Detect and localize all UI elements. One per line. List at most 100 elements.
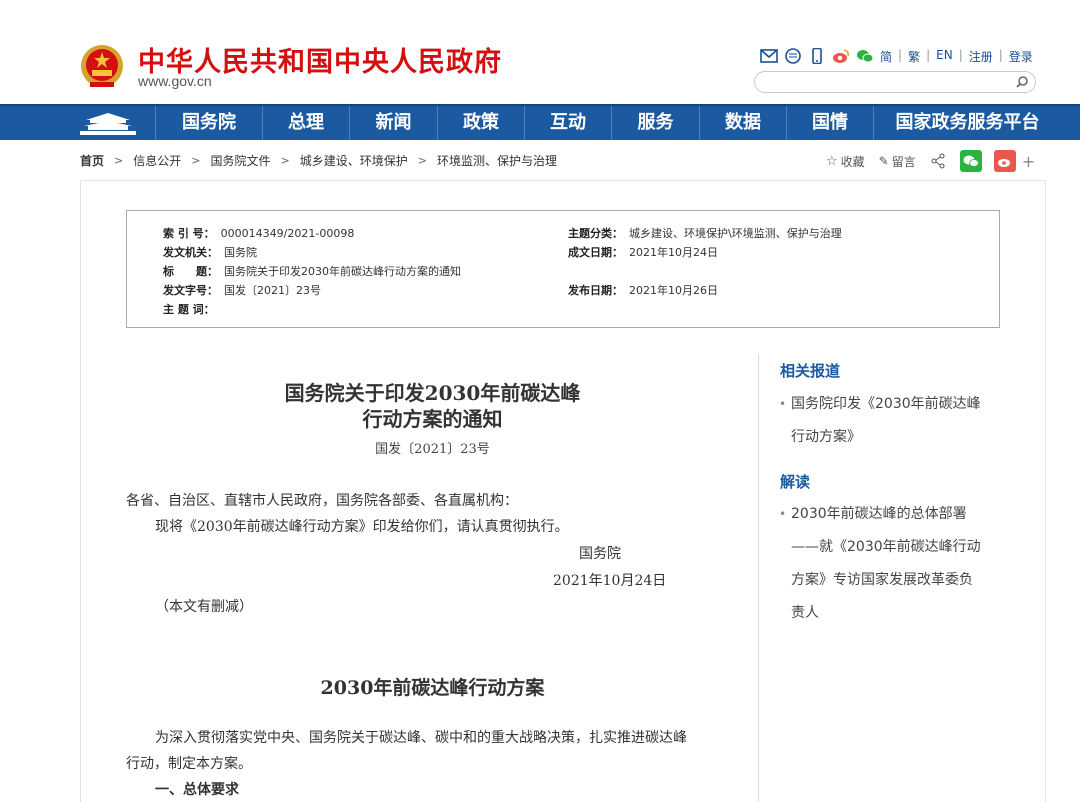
meta-label: 成文日期： xyxy=(568,246,623,259)
comment-button[interactable]: ✎ 留言 xyxy=(879,153,916,170)
nav-item-data[interactable]: 数据 xyxy=(699,106,786,140)
pencil-icon: ✎ xyxy=(878,154,889,168)
nav-item-premier[interactable]: 总理 xyxy=(262,106,349,140)
article-title-line: 国务院关于印发2030年前碳达峰 xyxy=(284,381,581,405)
nav-item-services[interactable]: 服务 xyxy=(611,106,699,140)
login-link[interactable]: 登录 xyxy=(1009,48,1033,65)
nav-item-state-council[interactable]: 国务院 xyxy=(155,106,262,140)
mobile-icon[interactable] xyxy=(808,48,826,64)
document-meta-table: 索 引 号： 000014349/2021-00098 发文机关： 国务院 标 题：… xyxy=(126,210,1000,328)
interpretation-heading: 解读 xyxy=(780,473,811,491)
tiananmen-logo-icon[interactable] xyxy=(78,111,138,137)
meta-category: 主题分类： 城乡建设、环境保护\环境监测、保护与治理 xyxy=(568,225,842,241)
separator: | xyxy=(926,48,931,62)
meta-value: 000014349/2021-00098 xyxy=(220,227,355,240)
share-bar: ☆ 收藏 ✎ 留言 + xyxy=(826,150,1035,172)
chevron-right-icon: > xyxy=(280,154,290,167)
meta-label: 发文字号： xyxy=(163,284,218,297)
search-icon[interactable] xyxy=(1015,75,1029,89)
plan-paragraph: 为深入贯彻落实党中央、国务院关于碳达峰、碳中和的重大战略决策，扎实推进碳达峰 xyxy=(155,730,687,746)
register-link[interactable]: 注册 xyxy=(969,48,993,65)
language-links: 简 | 繁 | EN | 注册 | 登录 xyxy=(880,48,1033,65)
separator: | xyxy=(958,48,963,62)
wechat-icon[interactable] xyxy=(856,48,874,64)
meta-value: 2021年10月26日 xyxy=(629,284,718,297)
abridged-note: （本文有删减） xyxy=(155,599,253,615)
meta-written-date: 成文日期： 2021年10月24日 xyxy=(568,244,718,260)
breadcrumb: 首页 > 信息公开 > 国务院文件 > 城乡建设、环境保护 > 环境监测、保护与… xyxy=(80,152,557,169)
meta-index: 索 引 号： 000014349/2021-00098 xyxy=(163,225,354,241)
tool-icons xyxy=(760,47,874,65)
body-paragraph: 现将《2030年前碳达峰行动方案》印发给你们，请认真贯彻执行。 xyxy=(155,519,569,535)
message-icon[interactable] xyxy=(784,48,802,64)
breadcrumb-item[interactable]: 国务院文件 xyxy=(210,152,270,169)
related-reports-heading: 相关报道 xyxy=(780,362,841,380)
separator: | xyxy=(898,48,903,62)
lang-traditional-link[interactable]: 繁 xyxy=(908,48,920,65)
meta-published-date: 发布日期： 2021年10月26日 xyxy=(568,282,718,298)
section-heading: 一、总体要求 xyxy=(155,782,239,798)
nav-item-national-info[interactable]: 国情 xyxy=(786,106,873,140)
breadcrumb-home[interactable]: 首页 xyxy=(80,152,104,169)
mail-icon[interactable] xyxy=(760,48,778,64)
meta-value: 2021年10月24日 xyxy=(629,246,718,259)
wechat-share-button[interactable] xyxy=(959,150,982,172)
nav-item-news[interactable]: 新闻 xyxy=(349,106,437,140)
sign-date: 2021年10月24日 xyxy=(553,573,667,589)
meta-docno: 发文字号： 国发〔2021〕23号 xyxy=(163,282,321,298)
site-header: 中华人民共和国中央人民政府 www.gov.cn 简 | 繁 | EN | 注册… xyxy=(0,0,1080,104)
chevron-right-icon: > xyxy=(114,154,124,167)
search-box xyxy=(754,71,1036,93)
meta-value: 国务院关于印发2030年前碳达峰行动方案的通知 xyxy=(224,265,461,278)
article-title-line: 行动方案的通知 xyxy=(362,407,503,431)
chevron-right-icon: > xyxy=(191,154,201,167)
site-domain: www.gov.cn xyxy=(138,73,212,89)
meta-value: 国务院 xyxy=(224,246,257,259)
share-icon[interactable] xyxy=(930,153,946,169)
sidebar: 相关报道 • 国务院印发《2030年前碳达峰 行动方案》 解读 • 2030年前… xyxy=(758,354,1008,802)
meta-value: 国发〔2021〕23号 xyxy=(224,284,321,297)
meta-label: 主 题 词： xyxy=(163,303,215,316)
document-number: 国发〔2021〕23号 xyxy=(375,442,490,457)
bullet-icon: • xyxy=(779,397,787,411)
plan-title: 2030年前碳达峰行动方案 xyxy=(320,677,545,699)
chevron-right-icon: > xyxy=(417,154,427,167)
meta-title: 标 题： 国务院关于印发2030年前碳达峰行动方案的通知 xyxy=(163,263,461,279)
meta-label: 标 题： xyxy=(163,265,218,278)
breadcrumb-item[interactable]: 信息公开 xyxy=(133,152,181,169)
weibo-icon[interactable] xyxy=(832,48,850,64)
breadcrumb-item[interactable]: 环境监测、保护与治理 xyxy=(437,152,557,169)
meta-label: 发文机关： xyxy=(163,246,218,259)
wechat-icon xyxy=(963,155,979,167)
favorite-label: 收藏 xyxy=(840,154,865,169)
breadcrumb-item[interactable]: 城乡建设、环境保护 xyxy=(300,152,408,169)
star-icon: ☆ xyxy=(826,153,838,169)
interpretation-link[interactable]: • 2030年前碳达峰的总体部署 ——就《2030年前碳达峰行动 方案》专访国家… xyxy=(779,498,991,630)
national-emblem-icon[interactable] xyxy=(80,44,124,90)
more-share-button[interactable]: + xyxy=(1022,152,1035,171)
main-nav: 国务院 总理 新闻 政策 互动 服务 数据 国情 国家政务服务平台 xyxy=(0,104,1080,140)
nav-item-policy[interactable]: 政策 xyxy=(437,106,524,140)
plan-paragraph: 行动，制定本方案。 xyxy=(126,756,252,772)
meta-label: 索 引 号： xyxy=(163,227,215,240)
lang-simplified-link[interactable]: 简 xyxy=(880,48,892,65)
nav-item-interaction[interactable]: 互动 xyxy=(524,106,611,140)
search-input[interactable] xyxy=(765,74,1015,90)
meta-label: 发布日期： xyxy=(568,284,623,297)
meta-subject: 主 题 词： xyxy=(163,301,221,317)
signer: 国务院 xyxy=(579,546,621,562)
lang-english-link[interactable]: EN xyxy=(936,48,953,65)
meta-value: 城乡建设、环境保护\环境监测、保护与治理 xyxy=(629,227,842,240)
weibo-icon xyxy=(997,159,1010,167)
comment-label: 留言 xyxy=(891,154,916,169)
separator: | xyxy=(998,48,1003,62)
weibo-share-button[interactable] xyxy=(993,150,1016,172)
favorite-button[interactable]: ☆ 收藏 xyxy=(826,153,865,170)
bullet-icon: • xyxy=(779,507,787,521)
related-report-link[interactable]: • 国务院印发《2030年前碳达峰 行动方案》 xyxy=(779,388,991,454)
meta-label: 主题分类： xyxy=(568,227,623,240)
meta-issuer: 发文机关： 国务院 xyxy=(163,244,257,260)
nav-item-service-platform[interactable]: 国家政务服务平台 xyxy=(873,106,1061,140)
salutation: 各省、自治区、直辖市人民政府，国务院各部委、各直属机构： xyxy=(126,493,518,509)
article-title: 国务院关于印发2030年前碳达峰 行动方案的通知 xyxy=(160,380,705,432)
